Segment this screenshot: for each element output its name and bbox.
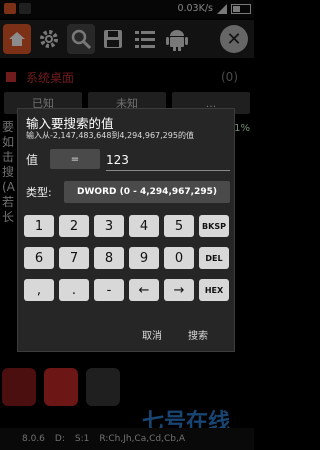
key-period[interactable]: . <box>59 279 89 301</box>
value-label: 值 <box>26 153 39 167</box>
search-button[interactable]: 搜索 <box>188 327 208 342</box>
key-minus[interactable]: - <box>94 279 124 301</box>
key-8[interactable]: 8 <box>94 247 124 269</box>
key-hex[interactable]: HEX <box>199 279 229 301</box>
key-backspace[interactable]: BKSP <box>199 215 229 237</box>
type-label: 类型: <box>26 186 52 199</box>
key-9[interactable]: 9 <box>129 247 159 269</box>
search-value-dialog: 输入要搜索的值 输入从-2,147,483,648到4,294,967,295的… <box>17 108 235 352</box>
value-row: 值 = <box>26 149 232 171</box>
key-comma[interactable]: , <box>24 279 54 301</box>
key-7[interactable]: 7 <box>59 247 89 269</box>
key-arrow-right[interactable]: → <box>164 279 194 301</box>
compare-operator-button[interactable]: = <box>50 149 100 169</box>
cancel-button[interactable]: 取消 <box>142 327 162 342</box>
key-6[interactable]: 6 <box>24 247 54 269</box>
key-3[interactable]: 3 <box>94 215 124 237</box>
key-delete[interactable]: DEL <box>199 247 229 269</box>
dialog-actions: 取消 搜索 <box>18 325 236 347</box>
key-2[interactable]: 2 <box>59 215 89 237</box>
key-arrow-left[interactable]: ← <box>129 279 159 301</box>
dialog-subtitle: 输入从-2,147,483,648到4,294,967,295的值 <box>26 131 194 140</box>
key-0[interactable]: 0 <box>164 247 194 269</box>
type-select[interactable]: DWORD (0 - 4,294,967,295) <box>64 181 230 203</box>
value-input[interactable] <box>106 149 230 171</box>
key-1[interactable]: 1 <box>24 215 54 237</box>
type-row: 类型: DWORD (0 - 4,294,967,295) <box>26 181 232 203</box>
key-4[interactable]: 4 <box>129 215 159 237</box>
key-5[interactable]: 5 <box>164 215 194 237</box>
